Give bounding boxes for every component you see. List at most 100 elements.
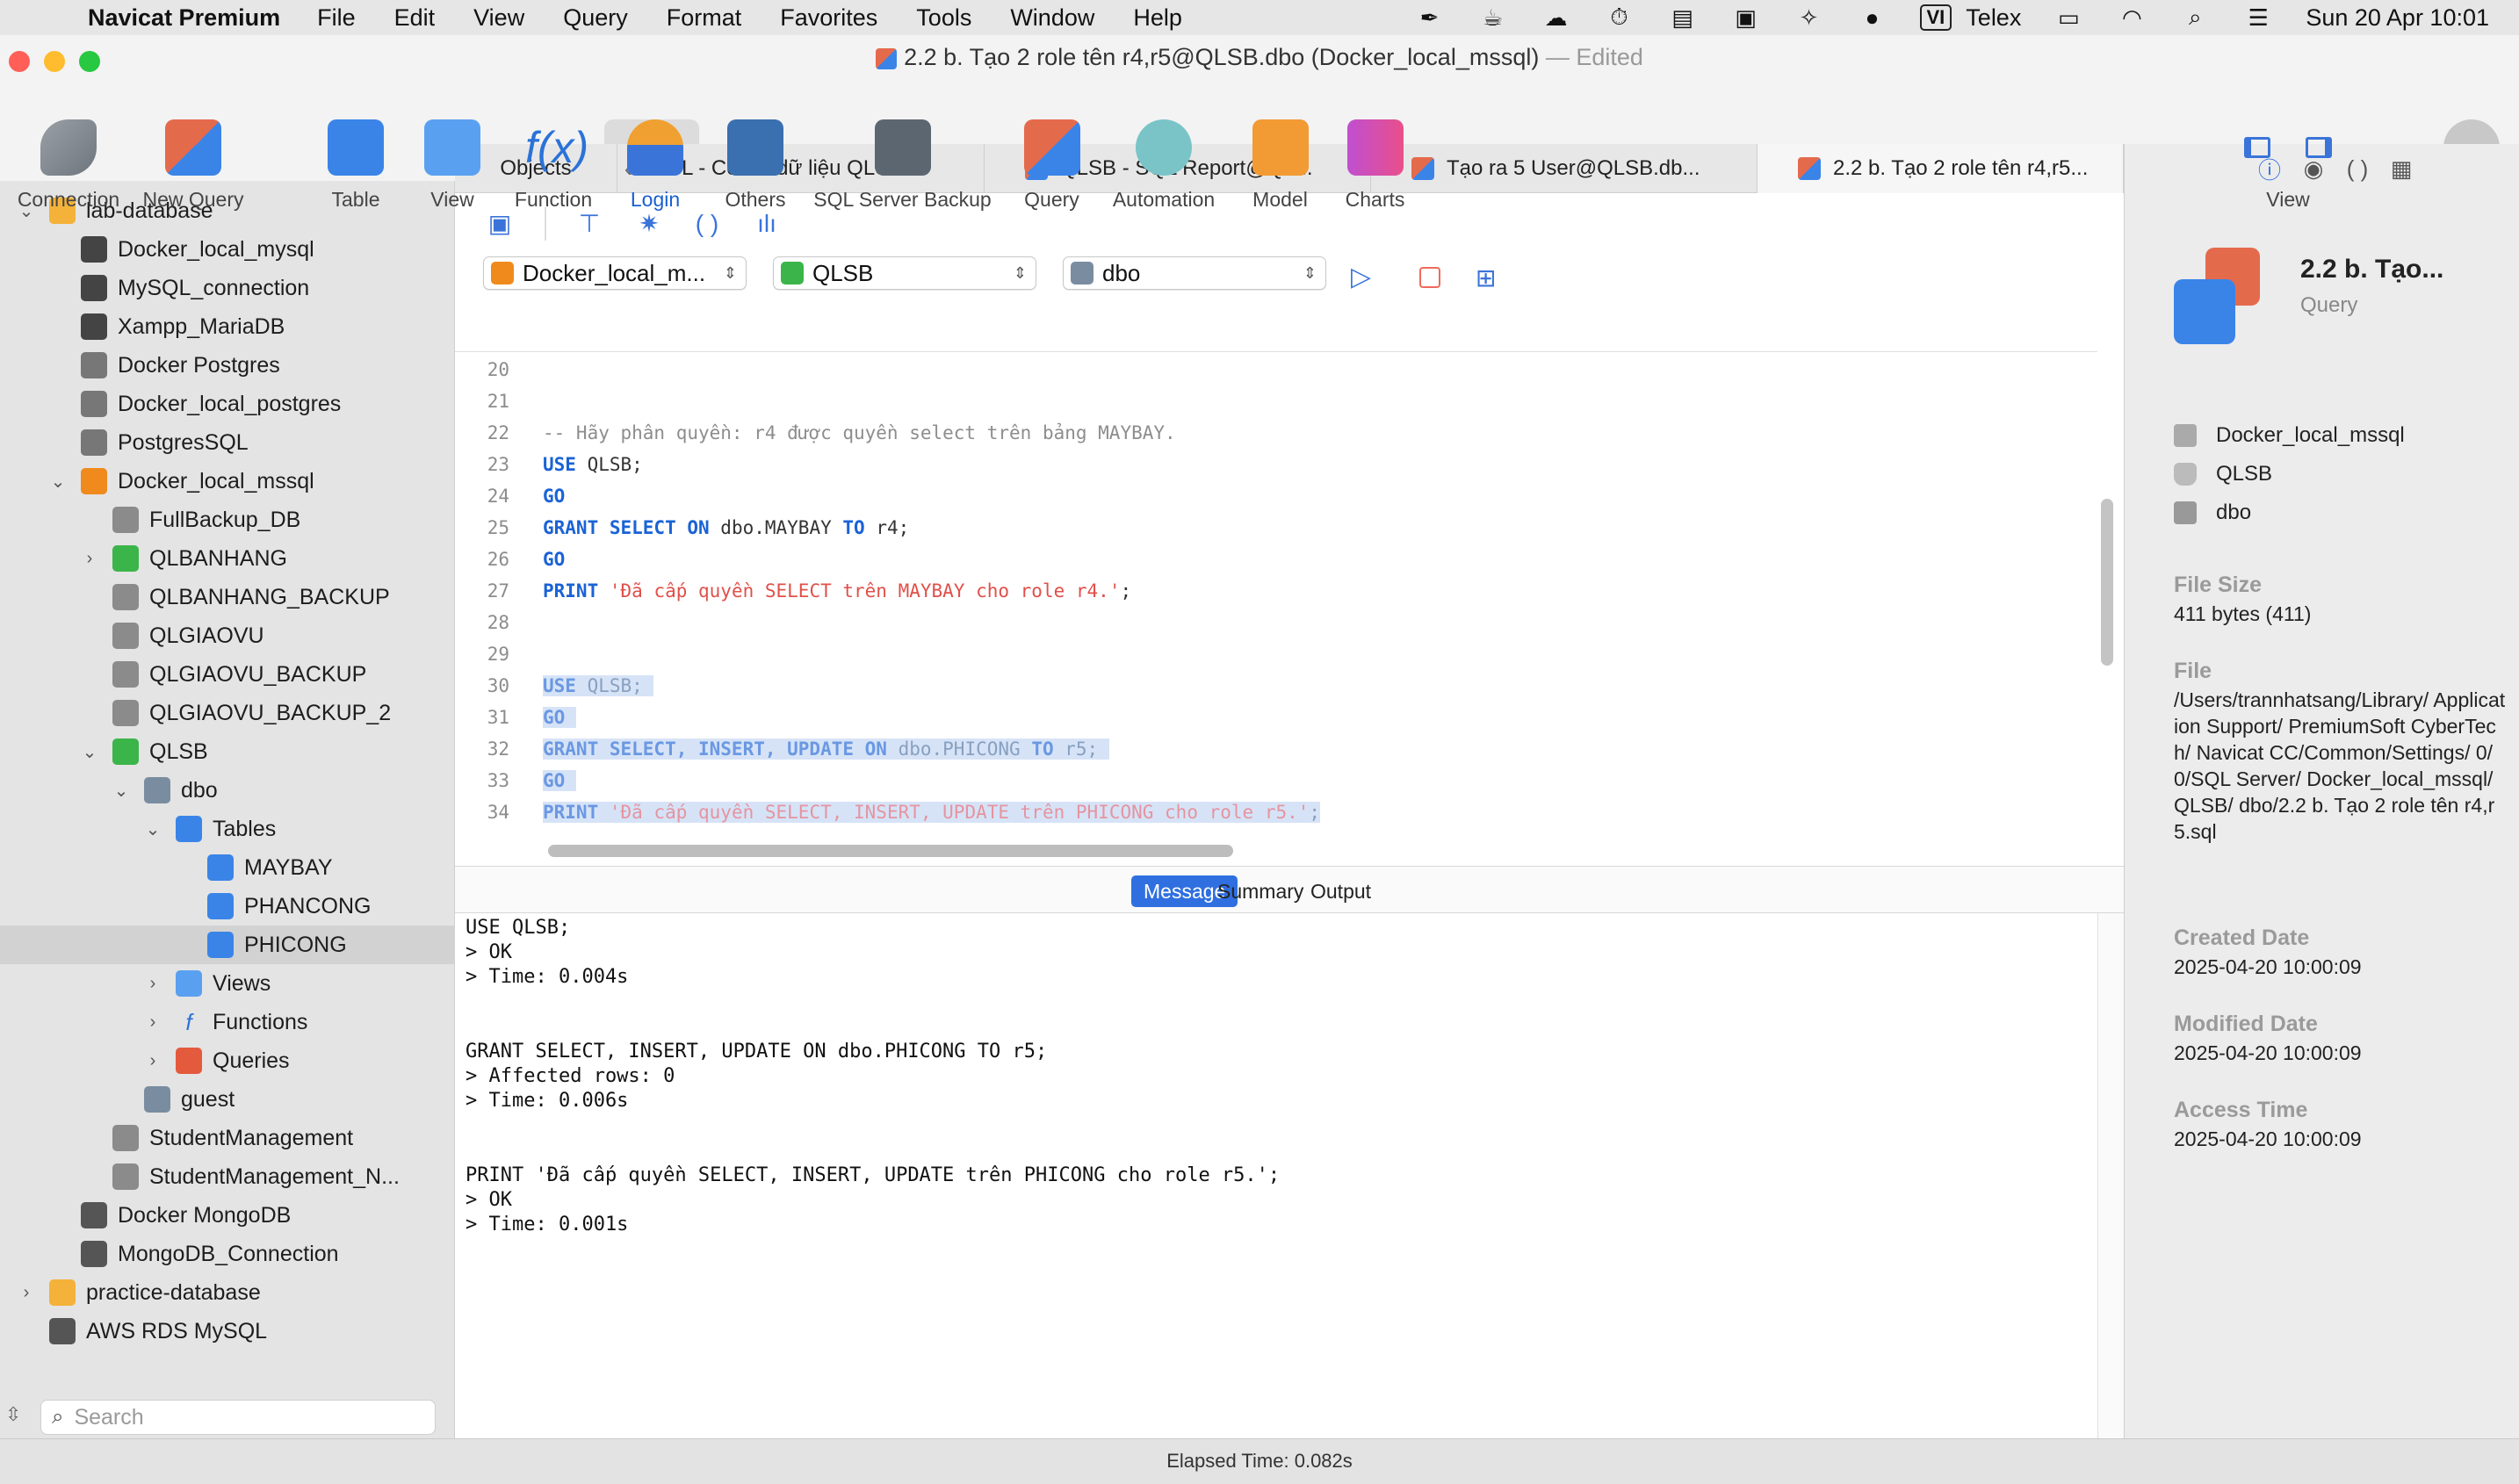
tree-item[interactable]: ⌄ Docker_local_mssql [0, 462, 455, 501]
code-line[interactable]: 33 GO [455, 765, 2097, 796]
tree-item[interactable]: › Queries [0, 1041, 455, 1080]
feather-icon[interactable]: ✒ [1414, 4, 1446, 31]
database-select[interactable]: QLSB ⇕ [773, 256, 1036, 290]
tree-item[interactable]: › f Functions [0, 1003, 455, 1041]
code-line[interactable]: 27 PRINT 'Đã cấp quyền SELECT trên MAYBAY… [455, 575, 2097, 607]
connection-select[interactable]: Docker_local_m... ⇕ [483, 256, 747, 290]
tree-item[interactable]: MySQL_connection [0, 269, 455, 307]
code-line[interactable]: 34 PRINT 'Đã cấp quyền SELECT, INSERT, UP… [455, 796, 2097, 828]
toolbar-new-query-button[interactable]: New Query [132, 84, 255, 216]
control-center-icon[interactable]: ☰ [2242, 4, 2274, 31]
code-line[interactable]: 29 [455, 638, 2097, 670]
hat-icon[interactable]: ● [1857, 4, 1888, 31]
menu-window[interactable]: Window [1010, 4, 1094, 32]
code-line[interactable]: 32 GRANT SELECT, INSERT, UPDATE ON dbo.PH… [455, 733, 2097, 765]
sql-code-editor[interactable]: 20 21 22 -- Hãy phân quyền: r4 được quyền s… [455, 351, 2097, 843]
tree-item[interactable]: FullBackup_DB [0, 501, 455, 539]
tree-item[interactable]: PHANCONG [0, 887, 455, 926]
menu-file[interactable]: File [317, 4, 356, 32]
chevron-down-icon[interactable]: ⌄ [81, 741, 98, 763]
wifi-icon[interactable]: ◠ [2116, 4, 2147, 31]
tree-item[interactable]: › QLBANHANG [0, 539, 455, 578]
chevron-down-icon[interactable]: ⌄ [112, 780, 130, 802]
chevron-down-icon[interactable]: ⌄ [144, 818, 162, 840]
explain-icon[interactable]: ⊞ [1476, 263, 1496, 292]
schema-select[interactable]: dbo ⇕ [1063, 256, 1326, 290]
left-panel-icon[interactable] [2244, 137, 2270, 158]
stop-icon[interactable] [1419, 267, 1440, 288]
tree-item[interactable]: QLGIAOVU [0, 616, 455, 655]
tab-create-users[interactable]: Tạo ra 5 User@QLSB.db... [1371, 144, 1758, 193]
tree-item[interactable]: ⌄ Tables [0, 810, 455, 848]
code-line[interactable]: 22 -- Hãy phân quyền: r4 được quyền selec… [455, 417, 2097, 449]
tree-item[interactable]: StudentManagement [0, 1119, 455, 1157]
menu-query[interactable]: Query [563, 4, 628, 32]
tree-item[interactable]: Docker_local_mysql [0, 230, 455, 269]
search-input[interactable]: Search [74, 1405, 143, 1430]
menu-format[interactable]: Format [667, 4, 742, 32]
chevron-right-icon[interactable]: › [144, 1012, 162, 1033]
chevron-right-icon[interactable]: › [144, 974, 162, 994]
tree-item[interactable]: QLGIAOVU_BACKUP_2 [0, 694, 455, 732]
code-line[interactable]: 24 GO [455, 480, 2097, 512]
tab-output[interactable]: Output [1298, 875, 1383, 907]
code-line[interactable]: 23 USE QLSB; [455, 449, 2097, 480]
grid-icon[interactable]: ▦ [2388, 155, 2414, 183]
tree-item[interactable]: Docker MongoDB [0, 1196, 455, 1235]
chevron-right-icon[interactable]: › [18, 1283, 35, 1303]
tree-item[interactable]: › practice-database [0, 1273, 455, 1312]
editor-vertical-scrollbar[interactable] [2101, 499, 2113, 666]
tree-item[interactable]: › Views [0, 964, 455, 1003]
tool-icon[interactable]: ✧ [1794, 4, 1825, 31]
format-icon[interactable]: ⊤ [574, 209, 604, 239]
filter-icon[interactable]: ⇳ [5, 1403, 21, 1426]
tree-item[interactable]: AWS RDS MySQL [0, 1312, 455, 1351]
code-line[interactable]: 20 [455, 354, 2097, 385]
code-line[interactable]: 25 GRANT SELECT ON dbo.MAYBAY TO r4; [455, 512, 2097, 544]
menu-tools[interactable]: Tools [916, 4, 971, 32]
menubar-clock[interactable]: Sun 20 Apr 10:01 [2306, 4, 2489, 32]
code-line[interactable]: 26 GO [455, 544, 2097, 575]
tree-item[interactable]: PHICONG [0, 926, 455, 964]
menu-favorites[interactable]: Favorites [780, 4, 877, 32]
tree-item[interactable]: guest [0, 1080, 455, 1119]
tree-item[interactable]: MongoDB_Connection [0, 1235, 455, 1273]
code-line[interactable]: 21 [455, 385, 2097, 417]
tree-item[interactable]: ⌄ QLSB [0, 732, 455, 771]
code-line[interactable]: 31 GO [455, 702, 2097, 733]
tree-item[interactable]: QLBANHANG_BACKUP [0, 578, 455, 616]
tree-item[interactable]: PostgresSQL [0, 423, 455, 462]
tree-item[interactable]: Docker Postgres [0, 346, 455, 385]
tree-item[interactable]: MAYBAY [0, 848, 455, 887]
run-selected-icon[interactable]: ▷ [1351, 262, 1371, 292]
tree-item[interactable]: Docker_local_postgres [0, 385, 455, 423]
chevron-right-icon[interactable]: › [144, 1051, 162, 1071]
editor-horizontal-scrollbar[interactable] [548, 845, 1233, 857]
tab-create-roles[interactable]: 2.2 b. Tạo 2 role tên r4,r5... [1758, 144, 2124, 193]
input-method-badge[interactable]: VI [1919, 4, 1952, 31]
screen-icon[interactable]: ▣ [1730, 4, 1762, 31]
coffee-icon[interactable]: ☕ [1477, 4, 1509, 31]
explain-chart-icon[interactable]: ılı [752, 209, 782, 239]
menu-edit[interactable]: Edit [394, 4, 436, 32]
tree-item[interactable]: StudentManagement_N... [0, 1157, 455, 1196]
chevron-down-icon[interactable]: ⌄ [49, 471, 67, 493]
graph-icon[interactable]: ▤ [1667, 4, 1699, 31]
tree-item[interactable]: ⌄ dbo [0, 771, 455, 810]
output-scrollbar[interactable] [2097, 913, 2124, 1440]
spotlight-search-icon[interactable]: ⌕ [2179, 4, 2211, 30]
right-panel-icon[interactable] [2306, 137, 2332, 158]
toolbar-connection-button[interactable]: Connection [7, 84, 130, 216]
tree-item[interactable]: QLGIAOVU_BACKUP [0, 655, 455, 694]
code-snippet-icon[interactable]: ( ) [692, 209, 722, 239]
magic-wand-icon[interactable]: ✷ [634, 209, 664, 239]
menu-help[interactable]: Help [1133, 4, 1182, 32]
save-icon[interactable]: ▣ [485, 209, 515, 239]
input-method-name[interactable]: Telex [1966, 4, 2021, 32]
cloud-icon[interactable]: ☁ [1541, 4, 1572, 31]
timer-icon[interactable]: ⏱ [1604, 4, 1635, 30]
battery-icon[interactable]: ▭ [2053, 4, 2084, 31]
menu-app-name[interactable]: Navicat Premium [88, 4, 280, 32]
sidebar-search[interactable]: ⌕ Search [40, 1400, 436, 1435]
code-line[interactable]: 30 USE QLSB; [455, 670, 2097, 702]
